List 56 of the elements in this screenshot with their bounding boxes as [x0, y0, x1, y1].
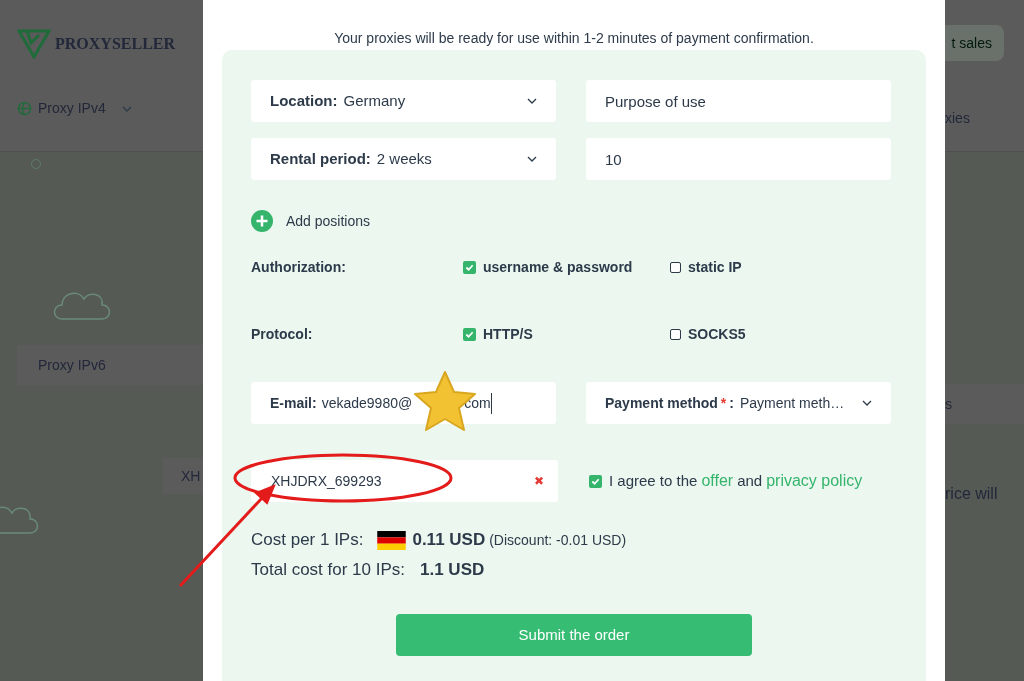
logo-icon [17, 29, 51, 59]
sales-button[interactable]: t sales [945, 25, 1004, 61]
logo-text: PROXYSELLER [55, 34, 176, 54]
field-label: Payment method [605, 393, 718, 413]
select-field[interactable]: Location: Germany [251, 80, 556, 122]
required-mark: * [720, 393, 727, 413]
checkbox[interactable] [463, 327, 476, 341]
checkbox[interactable] [463, 260, 476, 274]
globe-icon [17, 101, 32, 116]
option-label: username & password [483, 257, 633, 277]
cost-label: Cost per 1 IPs: [251, 529, 364, 552]
chevron-down-icon [862, 400, 872, 406]
cost-value: 0.11 USD [412, 529, 486, 552]
field-value: XHJDRX_699293 [271, 471, 382, 491]
coupon-field[interactable]: XHJDRX_699293 ✖ [251, 460, 558, 502]
select-field[interactable]: Rental period: 2 weeks [251, 138, 556, 180]
agree-text: and [737, 470, 763, 491]
option-label: SOCKS5 [688, 324, 746, 344]
proxy-ipv6-tab[interactable]: Proxy IPv6 [17, 345, 203, 385]
checkbox[interactable] [670, 328, 681, 340]
field-value: Germany [343, 90, 406, 111]
field-value: 2 weeks [376, 148, 432, 169]
group-label: Authorization: [251, 257, 347, 277]
discount-note: (Discount: -0.01 USD) [489, 530, 627, 550]
code-chip: XH [163, 458, 203, 494]
email-value-start: vekade9980@ [321, 393, 413, 413]
ready-notice: Your proxies will be ready for use within 1-2 minutes of payment confirmation. [333, 29, 815, 48]
agree-text: I agree to the [609, 470, 698, 491]
add-positions-button[interactable]: Add positions [251, 209, 371, 233]
field-label: E-mail: [270, 393, 317, 413]
offer-link[interactable]: offer [701, 469, 734, 493]
tab-strip: s [945, 384, 1024, 424]
field-colon: : [729, 393, 734, 413]
field-label: Rental period: [270, 148, 371, 169]
field-label: Location: [270, 90, 338, 111]
payment-method-select[interactable]: Payment method * : Payment meth… [586, 382, 891, 424]
submit-button[interactable]: Submit the order [396, 614, 752, 656]
cost-label: Total cost for 10 IPs: [251, 559, 405, 582]
chevron-down-icon [527, 98, 537, 104]
nav-item[interactable]: xies [945, 108, 1024, 129]
field-value: Payment meth… [739, 393, 845, 413]
plus-icon [251, 210, 273, 232]
privacy-policy-link[interactable]: privacy policy [766, 469, 863, 493]
flag-icon [377, 530, 407, 550]
checkbox[interactable] [589, 474, 602, 488]
cost-value: 1.1 USD [420, 559, 485, 582]
checkbox[interactable] [670, 261, 681, 273]
nav-item[interactable]: Proxy IPv4 [38, 98, 106, 119]
chevron-down-icon [527, 156, 537, 162]
group-label: Protocol: [251, 324, 314, 344]
input-field[interactable]: Purpose of use [586, 80, 891, 122]
input-field[interactable]: 10 [586, 138, 891, 180]
option-label: static IP [688, 257, 742, 277]
clear-button[interactable]: ✖ [534, 472, 544, 490]
option-label: HTTP/S [483, 324, 533, 344]
chevron-down-icon [121, 105, 132, 112]
